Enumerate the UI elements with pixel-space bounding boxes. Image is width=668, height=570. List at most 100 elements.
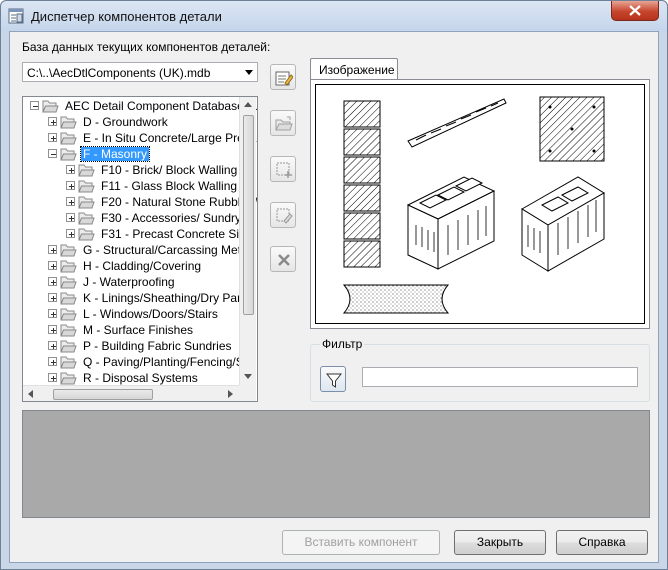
edit-database-button[interactable] xyxy=(270,64,296,90)
folder-icon xyxy=(60,147,77,161)
folder-icon xyxy=(60,131,77,145)
filter-input[interactable] xyxy=(362,367,638,387)
tree-item[interactable]: AEC Detail Component Database (U xyxy=(23,98,257,114)
open-folder-button[interactable] xyxy=(270,110,296,136)
tree-item[interactable]: P - Building Fabric Sundries xyxy=(23,338,239,354)
dialog-client: База данных текущих компонентов деталей:… xyxy=(9,31,659,563)
tree-item-label: F31 - Precast Concrete Sills/ xyxy=(101,227,254,241)
insert-component-button[interactable]: Вставить компонент xyxy=(282,530,440,555)
hollow-block-left xyxy=(406,176,496,270)
tree-item[interactable]: D - Groundwork xyxy=(23,114,239,130)
tree-item[interactable]: F20 - Natural Stone Rubble W xyxy=(23,194,257,210)
tree-item-label: J - Waterproofing xyxy=(83,275,175,289)
expand-icon[interactable] xyxy=(48,117,57,126)
folder-icon xyxy=(60,115,77,129)
tree-item-label: F10 - Brick/ Block Walling xyxy=(101,163,238,177)
folder-icon xyxy=(78,195,95,209)
folder-icon xyxy=(78,227,95,241)
expand-icon[interactable] xyxy=(66,197,75,206)
expand-icon[interactable] xyxy=(66,181,75,190)
new-component-button[interactable] xyxy=(270,156,296,182)
component-preview xyxy=(315,84,645,324)
expand-icon[interactable] xyxy=(48,245,57,254)
help-button[interactable]: Справка xyxy=(556,530,648,555)
coping-section xyxy=(342,284,450,314)
edit-component-button[interactable] xyxy=(270,202,296,228)
hollow-block-right xyxy=(521,176,605,272)
close-button[interactable]: Закрыть xyxy=(454,530,546,555)
tree-item[interactable]: F11 - Glass Block Walling xyxy=(23,178,239,194)
tab-image[interactable]: Изображение xyxy=(310,58,398,80)
folder-icon xyxy=(60,275,77,289)
tree-item-label: AEC Detail Component Database (U xyxy=(65,99,258,113)
tree-item[interactable]: G - Structural/Carcassing Metal/ xyxy=(23,242,254,258)
tree-item[interactable]: Q - Paving/Planting/Fencing/Sit xyxy=(23,354,250,370)
expand-icon[interactable] xyxy=(66,229,75,238)
component-description-area xyxy=(22,410,650,518)
funnel-icon xyxy=(325,373,343,388)
tree-item[interactable]: H - Cladding/Covering xyxy=(23,258,239,274)
expand-icon[interactable] xyxy=(48,261,57,270)
database-combo[interactable]: C:\..\AecDtlComponents (UK).mdb xyxy=(22,62,258,82)
tree-item-label: K - Linings/Sheathing/Dry Partiti xyxy=(83,291,254,305)
masonry-preview-drawing xyxy=(342,96,605,314)
expand-icon[interactable] xyxy=(66,213,75,222)
folder-icon xyxy=(60,323,77,337)
tree-item-label: H - Cladding/Covering xyxy=(83,259,202,273)
tree-item-label: L - Windows/Doors/Stairs xyxy=(83,307,218,321)
folder-icon xyxy=(60,355,77,369)
tree-item[interactable]: F - Masonry xyxy=(23,146,239,162)
tree-item[interactable]: E - In Situ Concrete/Large Preca xyxy=(23,130,256,146)
expand-icon[interactable] xyxy=(48,357,57,366)
expand-icon[interactable] xyxy=(48,293,57,302)
brick-wall-section xyxy=(343,100,381,268)
app-icon xyxy=(8,8,24,24)
expand-icon[interactable] xyxy=(48,325,57,334)
tree-item[interactable]: F30 - Accessories/ Sundry It xyxy=(23,210,251,226)
scroll-right-icon[interactable] xyxy=(228,390,233,398)
tree-horizontal-scrollbar[interactable] xyxy=(23,385,239,401)
tab-image-label: Изображение xyxy=(319,63,395,77)
collapse-icon[interactable] xyxy=(48,149,57,158)
close-icon xyxy=(629,5,641,16)
edit-database-icon xyxy=(275,71,293,86)
component-tree[interactable]: AEC Detail Component Database (U D - Grou… xyxy=(22,96,258,402)
collapse-icon[interactable] xyxy=(30,101,39,110)
scroll-corner xyxy=(239,385,256,401)
tree-item-label: F20 - Natural Stone Rubble W xyxy=(101,195,258,209)
expand-icon[interactable] xyxy=(66,165,75,174)
scroll-up-icon[interactable] xyxy=(244,102,252,107)
expand-icon[interactable] xyxy=(48,309,57,318)
scroll-left-icon[interactable] xyxy=(28,390,33,398)
expand-icon[interactable] xyxy=(48,341,57,350)
folder-icon xyxy=(60,243,77,257)
expand-icon[interactable] xyxy=(48,373,57,382)
tree-item[interactable]: M - Surface Finishes xyxy=(23,322,239,338)
tree-item[interactable]: L - Windows/Doors/Stairs xyxy=(23,306,239,322)
database-combo-value: C:\..\AecDtlComponents (UK).mdb xyxy=(27,66,211,80)
dialog-window: Диспетчер компонентов детали База данных… xyxy=(0,0,668,570)
tree-item[interactable]: J - Waterproofing xyxy=(23,274,239,290)
folder-icon xyxy=(60,259,77,273)
chevron-down-icon xyxy=(245,70,253,75)
scroll-down-icon[interactable] xyxy=(244,374,252,379)
title-bar[interactable]: Диспетчер компонентов детали xyxy=(1,1,667,31)
filter-button[interactable] xyxy=(320,366,346,392)
folder-icon xyxy=(60,307,77,321)
folder-icon xyxy=(60,291,77,305)
tree-item-label: F30 - Accessories/ Sundry It xyxy=(101,211,252,225)
window-close-button[interactable] xyxy=(611,1,659,21)
tree-item[interactable]: R - Disposal Systems xyxy=(23,370,239,386)
delete-component-button[interactable] xyxy=(270,246,296,272)
tree-vertical-scroll-thumb[interactable] xyxy=(243,115,254,315)
image-panel xyxy=(310,79,650,329)
tree-item[interactable]: F31 - Precast Concrete Sills/ xyxy=(23,226,254,242)
expand-icon[interactable] xyxy=(48,133,57,142)
tree-item[interactable]: K - Linings/Sheathing/Dry Partiti xyxy=(23,290,253,306)
tree-item-label: G - Structural/Carcassing Metal/ xyxy=(83,243,254,257)
tree-vertical-scrollbar[interactable] xyxy=(239,97,256,385)
tree-item-label: R - Disposal Systems xyxy=(83,371,198,385)
expand-icon[interactable] xyxy=(48,277,57,286)
tree-horizontal-scroll-thumb[interactable] xyxy=(53,389,153,400)
tree-item[interactable]: F10 - Brick/ Block Walling xyxy=(23,162,239,178)
